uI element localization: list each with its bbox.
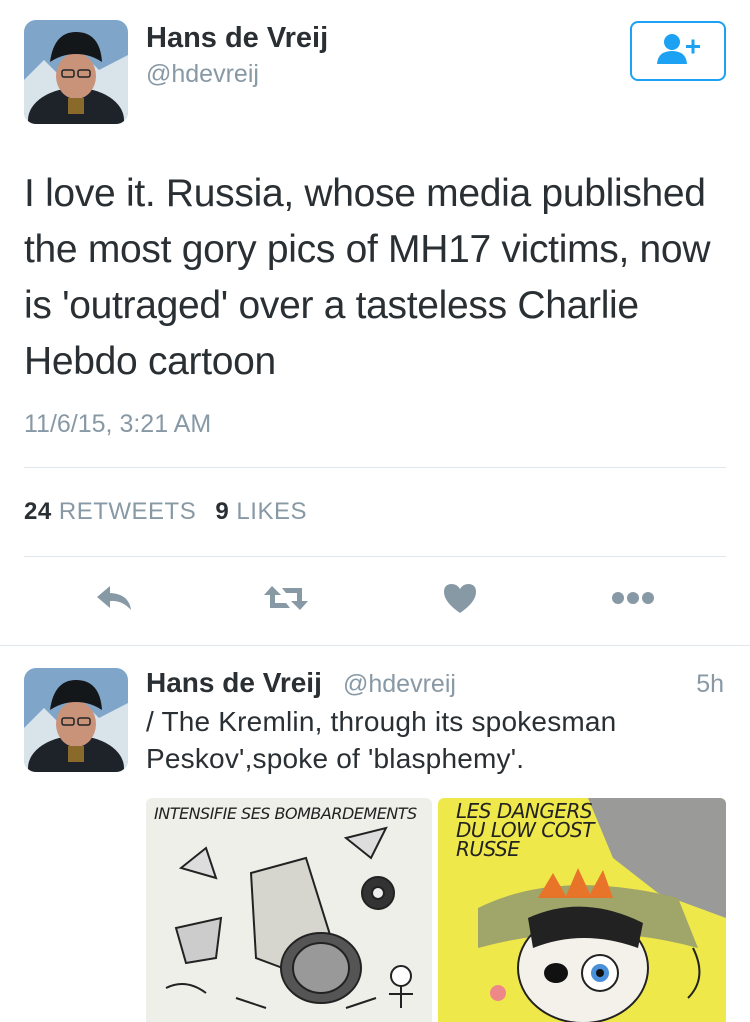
likes-label[interactable]: LIKES	[236, 498, 307, 525]
reply-icon	[94, 582, 134, 619]
reply-time: 5h	[696, 670, 724, 698]
retweets-label[interactable]: RETWEETS	[59, 498, 196, 525]
tweet-timestamp[interactable]: 11/6/15, 3:21 AM	[24, 410, 211, 439]
divider	[24, 556, 726, 557]
retweet-icon	[262, 582, 310, 619]
heart-icon	[442, 582, 478, 619]
caption-line: RUSSE	[456, 837, 520, 861]
likes-count[interactable]: 9	[215, 498, 229, 525]
reply-author-avatar[interactable]	[24, 668, 128, 772]
tweet-actions	[0, 578, 750, 622]
main-tweet: Hans de Vreij @hdevreij I love it. Russi…	[0, 0, 750, 645]
author-handle[interactable]: @hdevreij	[146, 60, 259, 89]
divider	[0, 645, 750, 646]
tweet-stats: 24 RETWEETS 9 LIKES	[24, 498, 307, 526]
follow-button[interactable]	[630, 21, 726, 81]
retweet-button[interactable]	[261, 578, 311, 622]
more-dots-icon	[611, 591, 655, 610]
reply-author-handle[interactable]: @hdevreij	[343, 670, 456, 699]
reply-button[interactable]	[92, 578, 136, 622]
media-caption: INTENSIFIE SES BOMBARDEMENTS	[154, 804, 417, 823]
media-image-1[interactable]: INTENSIFIE SES BOMBARDEMENTS	[146, 798, 432, 1022]
like-button[interactable]	[440, 578, 480, 622]
more-button[interactable]	[610, 578, 656, 622]
media-caption: LES DANGERS DU LOW COST RUSSE	[456, 801, 594, 861]
tweet-text: I love it. Russia, whose media published…	[24, 172, 711, 383]
media-image-2[interactable]: LES DANGERS DU LOW COST RUSSE	[438, 798, 726, 1022]
retweets-count[interactable]: 24	[24, 498, 52, 525]
person-add-icon	[654, 32, 702, 71]
author-name[interactable]: Hans de Vreij	[146, 22, 328, 55]
divider	[24, 467, 726, 468]
author-avatar[interactable]	[24, 20, 128, 124]
reply-author-name[interactable]: Hans de Vreij	[146, 667, 322, 699]
reply-text: / The Kremlin, through its spokesman Pes…	[146, 706, 617, 774]
